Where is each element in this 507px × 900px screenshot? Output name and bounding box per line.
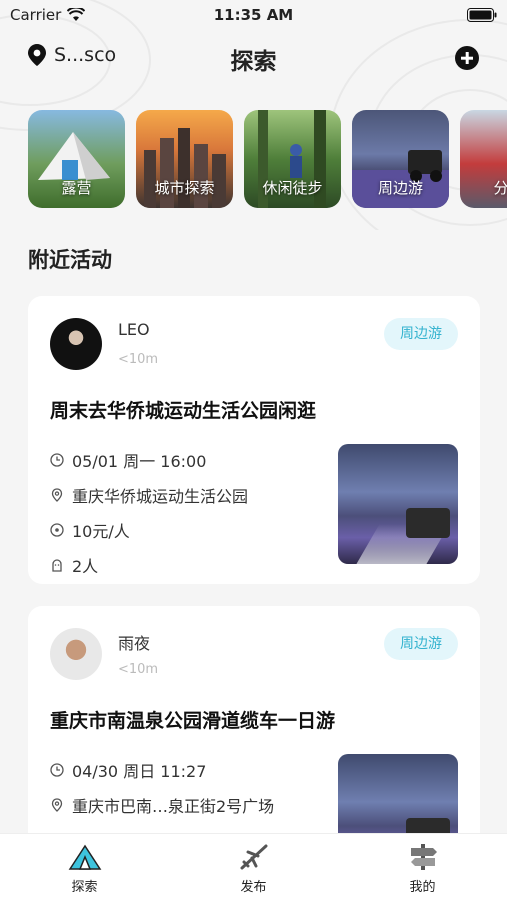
activity-photo[interactable]	[338, 444, 458, 564]
tab-explore[interactable]: 探索	[0, 834, 169, 900]
people-text: 2人	[72, 557, 99, 576]
category-label: 露营	[61, 179, 92, 197]
status-time: 11:35 AM	[213, 6, 294, 24]
tab-bar: 探索 发布 我的	[0, 833, 507, 900]
activity-place: 重庆华侨城运动生活公园	[50, 483, 248, 507]
avatar[interactable]	[50, 318, 102, 370]
activity-place: 重庆市巴南…泉正街2号广场	[50, 793, 274, 817]
activity-people: 2人	[50, 553, 98, 577]
clock-icon	[50, 763, 64, 777]
people-icon	[52, 559, 62, 572]
place-text: 重庆市巴南…泉正街2号广场	[72, 797, 275, 816]
time-text: 04/30 周日 11:27	[72, 762, 207, 781]
tab-label: 我的	[409, 880, 436, 895]
tab-mine[interactable]: 我的	[338, 834, 507, 900]
category-label: 分享	[493, 179, 507, 197]
activity-card[interactable]: LEO <10m 周边游 周末去华侨城运动生活公园闲逛 05/01 周一 16:…	[28, 296, 480, 584]
user-name: 雨夜	[118, 634, 151, 653]
tab-label: 发布	[240, 880, 267, 895]
activity-time: 05/01 周一 16:00	[50, 448, 206, 472]
activity-card[interactable]: 雨夜 <10m 周边游 重庆市南温泉公园滑道缆车一日游 04/30 周日 11:…	[28, 606, 480, 846]
avatar[interactable]	[50, 628, 102, 680]
category-tag: 周边游	[384, 628, 458, 660]
category-scroller[interactable]: 露营 城市探索 休闲徒步 周边游 分享	[28, 110, 507, 210]
category-hiking[interactable]: 休闲徒步	[244, 110, 341, 208]
airplane-icon	[240, 844, 267, 870]
price-icon	[50, 523, 64, 537]
category-label: 周边游	[377, 179, 423, 197]
clock-icon	[50, 453, 64, 467]
activity-title: 周末去华侨城运动生活公园闲逛	[50, 400, 317, 422]
category-nearby-trip[interactable]: 周边游	[352, 110, 449, 208]
tab-publish[interactable]: 发布	[169, 834, 338, 900]
distance-label: <10m	[118, 662, 159, 677]
category-label: 休闲徒步	[262, 179, 323, 197]
signpost-icon	[410, 844, 437, 870]
location-icon	[51, 798, 63, 812]
category-city-explore[interactable]: 城市探索	[136, 110, 233, 208]
category-tag: 周边游	[384, 318, 458, 350]
activity-price: 10元/人	[50, 518, 130, 542]
time-text: 05/01 周一 16:00	[72, 452, 207, 471]
status-bar: Carrier 11:35 AM	[0, 0, 507, 30]
battery-icon	[467, 8, 497, 22]
activity-title: 重庆市南温泉公园滑道缆车一日游	[50, 710, 336, 732]
add-button[interactable]	[455, 46, 479, 70]
tent-icon	[68, 844, 101, 870]
tab-label: 探索	[71, 880, 98, 895]
place-text: 重庆华侨城运动生活公园	[72, 487, 249, 506]
page-title: 探索	[230, 49, 277, 75]
navigation-bar: S...sco 探索	[0, 36, 507, 80]
location-icon	[51, 488, 63, 502]
category-camping[interactable]: 露营	[28, 110, 125, 208]
jeep-shape	[406, 508, 450, 538]
category-label: 城市探索	[154, 179, 215, 197]
price-text: 10元/人	[72, 522, 130, 541]
distance-label: <10m	[118, 352, 159, 367]
user-name: LEO	[118, 320, 150, 339]
section-title: 附近活动	[28, 248, 112, 272]
activity-time: 04/30 周日 11:27	[50, 758, 206, 782]
category-share[interactable]: 分享	[460, 110, 507, 208]
